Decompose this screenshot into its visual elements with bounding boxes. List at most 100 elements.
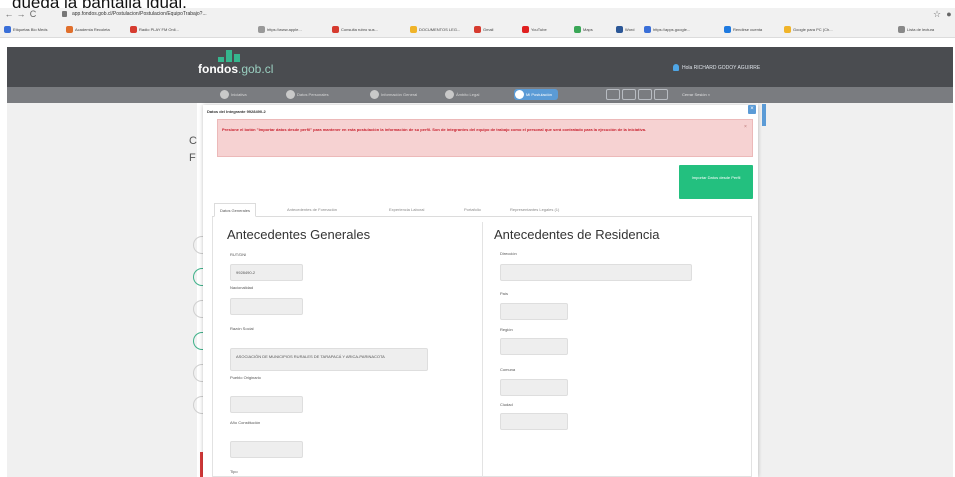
bookmark-favicon-icon <box>644 26 651 34</box>
bookmark-label: https://apps.google... <box>653 27 691 32</box>
field-label-type: Tipo <box>230 469 238 474</box>
bookmark-favicon-icon <box>724 26 731 34</box>
tab-work-experience[interactable]: Experiencia Laboral <box>384 203 429 217</box>
field-label-indigenous-people: Pueblo Originario <box>230 375 261 380</box>
user-greeting[interactable]: Hola RICHARD GODOY AGUIRRE <box>682 63 760 73</box>
commune-field[interactable] <box>500 379 568 396</box>
bookmark-item[interactable]: https://www.apple... <box>258 25 302 34</box>
step-circle-icon <box>370 90 379 100</box>
bookmark-favicon-icon <box>474 26 481 34</box>
modal-close-icon[interactable]: × <box>748 105 756 114</box>
back-arrow-icon[interactable]: ← <box>4 9 14 19</box>
bookmark-item[interactable]: Gmail <box>474 25 493 34</box>
bookmark-label: Google para PC (Ch... <box>793 27 833 32</box>
field-label-city: Ciudad <box>500 402 513 407</box>
step-3[interactable]: Información General <box>370 89 417 100</box>
reload-icon[interactable]: C <box>28 9 38 19</box>
modal-tabs: Datos Generales Antecedentes de Formació… <box>212 203 752 217</box>
field-label-region: Región <box>500 327 513 332</box>
address-field[interactable] <box>500 264 692 281</box>
bookmark-item[interactable]: Word <box>616 25 634 34</box>
member-data-modal: Datos del Integrante 9928490-2 × Presion… <box>203 105 758 477</box>
nav-mini-button-4[interactable] <box>654 89 668 100</box>
general-section-title: Antecedentes Generales <box>227 227 371 242</box>
bookmark-item[interactable]: YouTube <box>522 25 547 34</box>
import-warning-alert: Presione el botón "Importar datos desde … <box>217 119 753 157</box>
bookmark-favicon-icon <box>616 26 623 34</box>
profile-avatar[interactable]: ● <box>944 9 954 19</box>
star-icon[interactable]: ☆ <box>932 9 942 19</box>
residence-section-title: Antecedentes de Residencia <box>494 227 660 242</box>
bookmark-item[interactable]: DOCUMENTOS LEG... <box>410 25 460 34</box>
region-field[interactable] <box>500 338 568 355</box>
field-label-rut: RUT/DNI <box>230 252 247 257</box>
step-circle-icon <box>220 90 229 100</box>
bookmark-item[interactable]: Lista de lectura <box>898 25 934 34</box>
business-name-field[interactable]: ASOCIACIÓN DE MUNICIPIOS RURALES DE TARA… <box>230 348 428 371</box>
rut-field[interactable]: 9928490-2 <box>230 264 303 281</box>
browser-chrome: ← → C app.fondos.gob.cl/Postulacion/Post… <box>0 8 955 38</box>
bookmark-item[interactable]: Consulta rubro sus... <box>332 25 378 34</box>
logout-link[interactable]: Cerrar Sesión × <box>682 89 710 100</box>
bookmark-favicon-icon <box>332 26 339 34</box>
country-field[interactable] <box>500 303 568 320</box>
bookmark-label: Lista de lectura <box>907 27 935 32</box>
alert-close-icon[interactable]: × <box>744 124 747 130</box>
nav-mini-button-1[interactable] <box>606 89 620 100</box>
field-label-country: País <box>500 291 509 296</box>
browser-nav-row: ← → C app.fondos.gob.cl/Postulacion/Post… <box>0 8 955 22</box>
step-5[interactable]: Mi Postulación <box>514 89 559 100</box>
step-circle-icon <box>286 90 295 100</box>
modal-title: Datos del Integrante 9928490-2 <box>207 109 266 114</box>
background-letter: F <box>189 152 196 164</box>
bookmark-label: DOCUMENTOS LEG... <box>419 27 461 32</box>
tab-general-data[interactable]: Datos Generales <box>214 203 257 217</box>
bookmark-label: Rendirse cuenta <box>733 27 763 32</box>
nationality-field[interactable] <box>230 298 303 315</box>
indigenous-people-field[interactable] <box>230 396 303 413</box>
field-label-nationality: Nacionalidad <box>230 285 254 290</box>
forward-arrow-icon[interactable]: → <box>16 9 26 19</box>
tab-portfolio[interactable]: Portafolio <box>459 203 486 217</box>
bookmark-item[interactable]: Academia Recoleta <box>66 25 110 34</box>
field-label-commune: Comuna <box>500 367 516 372</box>
step-2[interactable]: Datos Personales <box>286 89 329 100</box>
constitution-year-field[interactable] <box>230 441 303 458</box>
tab-training[interactable]: Antecedentes de Formación <box>282 203 342 217</box>
background-page-left <box>7 103 197 477</box>
bookmark-favicon-icon <box>66 26 73 34</box>
nav-mini-button-2[interactable] <box>622 89 636 100</box>
bookmark-label: Consulta rubro sus... <box>341 27 378 32</box>
bookmark-item[interactable]: https://apps.google... <box>644 25 690 34</box>
import-from-profile-button[interactable]: Importar Datos desde Perfil <box>679 165 753 199</box>
bookmark-label: YouTube <box>531 27 547 32</box>
step-circle-icon <box>515 90 524 100</box>
address-bar[interactable]: app.fondos.gob.cl/Postulacion/Postulacio… <box>60 9 920 20</box>
bookmark-label: https://www.apple... <box>267 27 302 32</box>
bookmark-item[interactable]: Maps <box>574 25 593 34</box>
site-logo[interactable]: fondos.gob.cl <box>198 62 273 76</box>
bookmark-label: Maps <box>583 27 593 32</box>
tab-legal-representatives[interactable]: Representantes Legales (1) <box>505 203 564 217</box>
bookmark-item[interactable]: Google para PC (Ch... <box>784 25 833 34</box>
nav-mini-button-3[interactable] <box>638 89 652 100</box>
logo-main-text: fondos <box>198 62 238 76</box>
bookmark-item[interactable]: Rendirse cuenta <box>724 25 762 34</box>
bookmark-favicon-icon <box>258 26 265 34</box>
step-1[interactable]: Iniciativa <box>220 89 247 100</box>
progress-step-bar <box>7 87 953 103</box>
bookmark-label: Word <box>625 27 635 32</box>
alert-message: Presione el botón "Importar datos desde … <box>222 127 647 132</box>
bookmark-favicon-icon <box>574 26 581 34</box>
bookmark-item[interactable]: Radio PLAY FM Onli... <box>130 25 179 34</box>
step-4[interactable]: Ámbito Legal <box>445 89 479 100</box>
bookmarks-bar: Etiquetas Bio Meds Academia Recoleta Radio… <box>0 23 955 37</box>
bookmark-favicon-icon <box>410 26 417 34</box>
background-page-right <box>758 103 953 477</box>
bookmark-favicon-icon <box>130 26 137 34</box>
field-label-constitution-year: Año Constitución <box>230 420 261 425</box>
city-field[interactable] <box>500 413 568 430</box>
bookmark-item[interactable]: Etiquetas Bio Meds <box>4 25 47 34</box>
url-text: app.fondos.gob.cl/Postulacion/Postulacio… <box>72 11 207 17</box>
step-label: Mi Postulación <box>526 92 553 97</box>
